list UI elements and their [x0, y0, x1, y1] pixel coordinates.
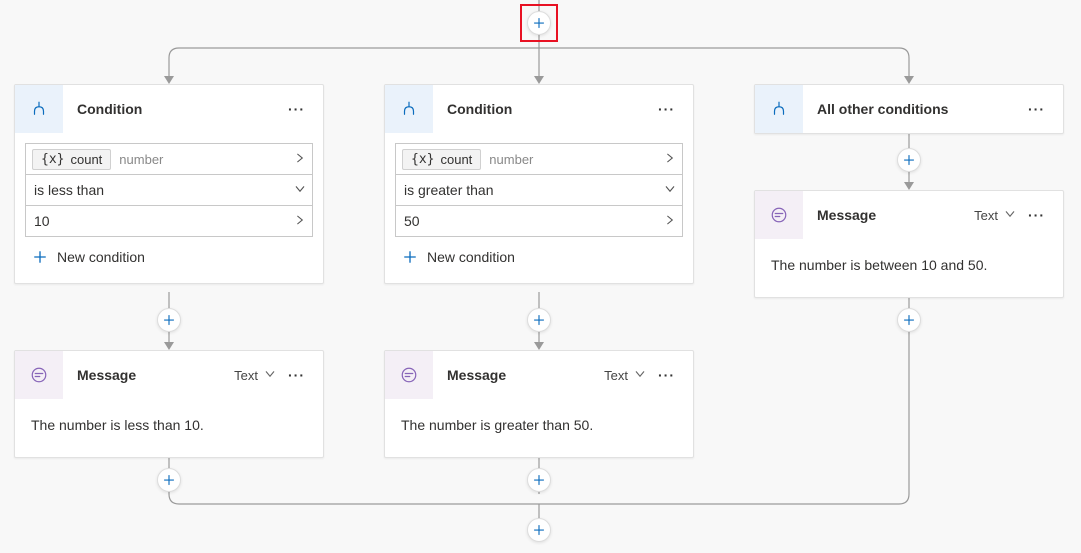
more-button[interactable]: ··· [652, 363, 681, 387]
value-text: 10 [32, 213, 50, 229]
variable-name: count [70, 152, 102, 167]
message-type: Text [974, 208, 998, 223]
operator-label: is greater than [402, 182, 494, 198]
value-field[interactable]: 10 [25, 205, 313, 237]
message-icon [755, 191, 803, 239]
add-step-button[interactable] [897, 148, 921, 172]
message-body[interactable]: The number is between 10 and 50. [755, 239, 1063, 297]
add-branch-button[interactable] [527, 11, 551, 35]
chevron-right-icon [294, 151, 306, 167]
message-body[interactable]: The number is greater than 50. [385, 399, 693, 457]
add-step-button[interactable] [527, 518, 551, 542]
message-icon [385, 351, 433, 399]
branch-icon [385, 85, 433, 133]
card-title: All other conditions [803, 101, 1022, 117]
more-button[interactable]: ··· [282, 363, 311, 387]
card-title: Message [803, 207, 974, 223]
add-step-button[interactable] [527, 308, 551, 332]
chevron-down-icon[interactable] [1004, 207, 1016, 223]
add-step-button[interactable] [157, 308, 181, 332]
variable-chip: {x} count [32, 149, 111, 170]
variable-icon: {x} [411, 152, 434, 167]
more-button[interactable]: ··· [652, 97, 681, 121]
operator-label: is less than [32, 182, 104, 198]
more-button[interactable]: ··· [1022, 203, 1051, 227]
chevron-right-icon [664, 151, 676, 167]
more-button[interactable]: ··· [282, 97, 311, 121]
message-type: Text [234, 368, 258, 383]
message-type: Text [604, 368, 628, 383]
add-step-button[interactable] [897, 308, 921, 332]
new-condition-button[interactable]: New condition [395, 237, 683, 275]
new-condition-label: New condition [57, 249, 145, 265]
value-text: 50 [402, 213, 420, 229]
message-card-left: Message Text ··· The number is less than… [14, 350, 324, 458]
card-title: Condition [433, 101, 652, 117]
variable-field[interactable]: {x} count number [395, 143, 683, 175]
operator-field[interactable]: is greater than [395, 174, 683, 206]
variable-type: number [119, 152, 163, 167]
variable-field[interactable]: {x} count number [25, 143, 313, 175]
chevron-down-icon [294, 182, 306, 198]
variable-chip: {x} count [402, 149, 481, 170]
new-condition-button[interactable]: New condition [25, 237, 313, 275]
condition-card-mid: Condition ··· {x} count number is greate… [384, 84, 694, 284]
message-body[interactable]: The number is less than 10. [15, 399, 323, 457]
chevron-down-icon[interactable] [264, 367, 276, 383]
message-icon [15, 351, 63, 399]
card-title: Message [433, 367, 604, 383]
operator-field[interactable]: is less than [25, 174, 313, 206]
chevron-down-icon[interactable] [634, 367, 646, 383]
variable-type: number [489, 152, 533, 167]
condition-card-left: Condition ··· {x} count number is less t… [14, 84, 324, 284]
variable-name: count [440, 152, 472, 167]
chevron-down-icon [664, 182, 676, 198]
condition-card-other: All other conditions ··· [754, 84, 1064, 134]
chevron-right-icon [664, 213, 676, 229]
add-step-button[interactable] [157, 468, 181, 492]
new-condition-label: New condition [427, 249, 515, 265]
card-title: Message [63, 367, 234, 383]
chevron-right-icon [294, 213, 306, 229]
card-title: Condition [63, 101, 282, 117]
message-card-mid: Message Text ··· The number is greater t… [384, 350, 694, 458]
variable-icon: {x} [41, 152, 64, 167]
add-step-button[interactable] [527, 468, 551, 492]
more-button[interactable]: ··· [1022, 97, 1051, 121]
branch-icon [15, 85, 63, 133]
message-card-right: Message Text ··· The number is between 1… [754, 190, 1064, 298]
branch-icon [755, 85, 803, 133]
value-field[interactable]: 50 [395, 205, 683, 237]
